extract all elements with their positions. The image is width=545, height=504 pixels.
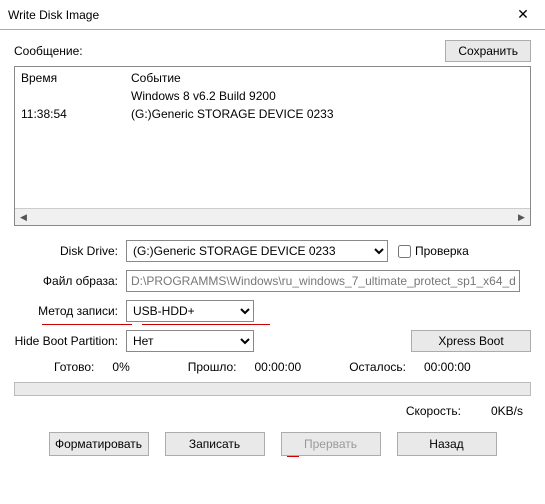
scroll-right-icon[interactable]: ▶ bbox=[513, 209, 530, 226]
log-event: Windows 8 v6.2 Build 9200 bbox=[131, 87, 524, 105]
verify-label: Проверка bbox=[415, 244, 469, 258]
log-event: (G:)Generic STORAGE DEVICE 0233 bbox=[131, 105, 524, 123]
write-method-select[interactable]: USB-HDD+ bbox=[126, 300, 254, 322]
elapsed-value: 00:00:00 bbox=[254, 360, 301, 374]
message-label: Сообщение: bbox=[14, 44, 83, 58]
remaining-label: Осталось: bbox=[349, 360, 406, 374]
horizontal-scrollbar[interactable]: ◀ ▶ bbox=[15, 208, 530, 225]
method-label: Метод записи: bbox=[14, 304, 126, 318]
verify-checkbox[interactable] bbox=[398, 245, 411, 258]
file-label: Файл образа: bbox=[14, 274, 126, 288]
save-button[interactable]: Сохранить bbox=[445, 40, 531, 62]
red-underline bbox=[287, 456, 299, 457]
remaining-value: 00:00:00 bbox=[424, 360, 471, 374]
speed-value: 0KB/s bbox=[491, 404, 523, 418]
drive-label: Disk Drive: bbox=[14, 244, 126, 258]
log-time bbox=[21, 87, 131, 105]
close-button[interactable]: ✕ bbox=[501, 0, 545, 29]
window-title: Write Disk Image bbox=[8, 8, 99, 22]
verify-checkbox-wrap[interactable]: Проверка bbox=[398, 244, 469, 258]
back-button[interactable]: Назад bbox=[397, 432, 497, 456]
log-row: 11:38:54 (G:)Generic STORAGE DEVICE 0233 bbox=[21, 105, 524, 123]
write-button[interactable]: Записать bbox=[165, 432, 265, 456]
hide-label: Hide Boot Partition: bbox=[14, 334, 126, 348]
log-header-time: Время bbox=[21, 69, 131, 87]
image-file-input[interactable] bbox=[126, 270, 520, 292]
disk-drive-select[interactable]: (G:)Generic STORAGE DEVICE 0233 bbox=[126, 240, 388, 262]
titlebar: Write Disk Image ✕ bbox=[0, 0, 545, 30]
scroll-left-icon[interactable]: ◀ bbox=[15, 209, 32, 226]
format-button[interactable]: Форматировать bbox=[49, 432, 149, 456]
red-underline bbox=[142, 324, 270, 325]
log-header-event: Событие bbox=[131, 69, 524, 87]
log-time: 11:38:54 bbox=[21, 105, 131, 123]
speed-label: Скорость: bbox=[406, 404, 461, 418]
hide-boot-select[interactable]: Нет bbox=[126, 330, 254, 352]
ready-label: Готово: bbox=[54, 360, 94, 374]
ready-value: 0% bbox=[112, 360, 129, 374]
progress-bar bbox=[14, 382, 531, 396]
xpress-boot-button[interactable]: Xpress Boot bbox=[411, 330, 531, 352]
close-icon: ✕ bbox=[517, 6, 529, 23]
elapsed-label: Прошло: bbox=[188, 360, 237, 374]
red-underline bbox=[42, 324, 132, 325]
log-box: Время Событие Windows 8 v6.2 Build 9200 … bbox=[14, 66, 531, 226]
abort-button: Прервать bbox=[281, 432, 381, 456]
log-row: Windows 8 v6.2 Build 9200 bbox=[21, 87, 524, 105]
